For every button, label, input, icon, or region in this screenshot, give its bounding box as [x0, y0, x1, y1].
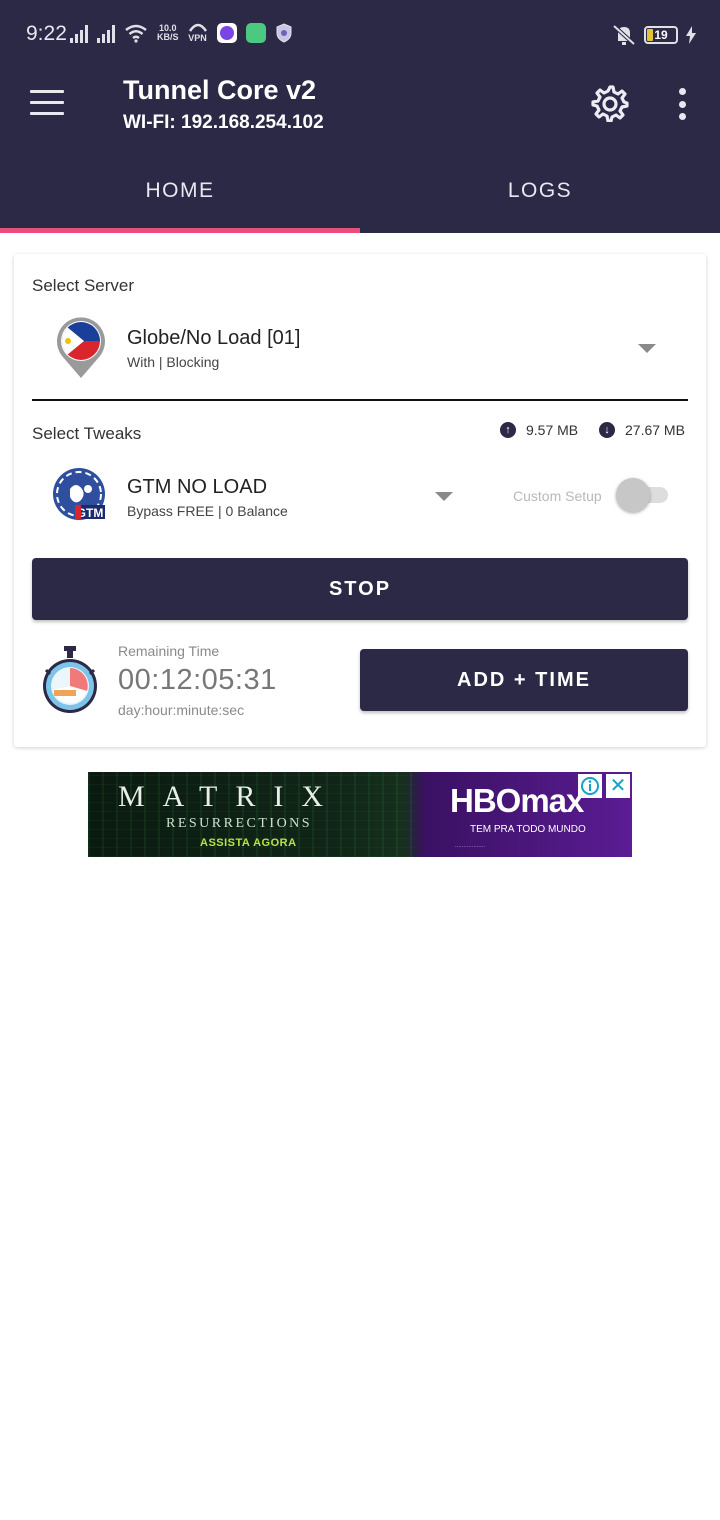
signal-icon — [70, 23, 88, 43]
gtm-logo-icon: GTM — [53, 468, 105, 520]
remaining-time-label: Remaining Time — [118, 643, 220, 659]
upload-value: 9.57 MB — [526, 422, 579, 438]
status-bar: 9:22 10.0 KB/S VPN 19 — [0, 0, 720, 66]
vpn-indicator: VPN — [188, 22, 208, 43]
ad-subtitle: RESURRECTIONS — [166, 816, 313, 831]
app-subtitle: WI-FI: 192.168.254.102 — [123, 112, 324, 133]
connection-card: Select Server Globe/No Load [01] With | … — [14, 254, 706, 747]
remaining-time-format: day:hour:minute:sec — [118, 702, 245, 718]
philippines-flag-icon — [57, 317, 105, 378]
select-tweaks-label: Select Tweaks — [32, 424, 142, 443]
stop-button[interactable]: STOP — [32, 558, 688, 620]
server-name[interactable]: Globe/No Load [01] — [127, 327, 300, 350]
custom-setup-toggle[interactable] — [616, 478, 668, 512]
signal-icon-2 — [97, 23, 115, 43]
remaining-time-value: 00:12:05:31 — [118, 664, 277, 696]
charging-icon — [686, 26, 696, 44]
status-icons-left: 10.0 KB/S VPN — [70, 22, 293, 43]
app-title: Tunnel Core v2 — [123, 75, 317, 105]
messenger-icon — [216, 22, 237, 43]
battery-icon: 19 — [644, 26, 678, 44]
server-dropdown-caret-icon[interactable] — [638, 344, 656, 353]
tweak-name[interactable]: GTM NO LOAD — [127, 476, 267, 499]
status-icons-right: 19 — [612, 24, 696, 46]
download-arrow-icon: ↓ — [599, 422, 615, 438]
custom-setup-label: Custom Setup — [513, 488, 602, 504]
stopwatch-icon — [43, 646, 97, 713]
tab-logs[interactable]: LOGS — [360, 148, 720, 233]
battery-level: 19 — [654, 28, 668, 42]
network-speed: 10.0 KB/S — [157, 23, 179, 42]
ad-tagline: TEM PRA TODO MUNDO — [470, 824, 586, 835]
ad-banner[interactable]: MATRIX RESURRECTIONS ASSISTA AGORA HBOma… — [88, 772, 632, 857]
app-bar: Tunnel Core v2 WI-FI: 192.168.254.102 — [0, 66, 720, 148]
select-server-label: Select Server — [32, 276, 135, 295]
ad-cta: ASSISTA AGORA — [200, 837, 297, 849]
download-stat: ↓ 27.67 MB — [599, 422, 685, 438]
shield-icon — [276, 22, 292, 43]
tab-home[interactable]: HOME — [0, 148, 360, 233]
ad-title: MATRIX — [118, 780, 342, 813]
server-description: With | Blocking — [127, 354, 220, 370]
status-time: 9:22 — [26, 22, 67, 45]
ad-brand-logo: HBOmax — [450, 782, 584, 819]
menu-icon[interactable] — [30, 90, 64, 116]
gear-icon[interactable] — [591, 84, 629, 122]
ad-close-icon[interactable]: ✕ — [606, 774, 630, 798]
vpn-label: VPN — [188, 33, 207, 43]
more-options-icon[interactable] — [672, 88, 692, 120]
vpn-key-icon — [188, 23, 207, 32]
ad-info-icon[interactable] — [578, 774, 602, 798]
download-value: 27.67 MB — [625, 422, 685, 438]
speed-unit: KB/S — [157, 31, 179, 42]
tweak-description: Bypass FREE | 0 Balance — [127, 503, 288, 519]
add-time-button[interactable]: ADD + TIME — [360, 649, 688, 711]
server-divider — [32, 399, 688, 401]
upload-stat: ↑ 9.57 MB — [500, 422, 578, 438]
upload-arrow-icon: ↑ — [500, 422, 516, 438]
vibrate-off-icon — [612, 24, 636, 46]
tab-bar: HOME LOGS — [0, 148, 720, 233]
wifi-icon — [125, 24, 147, 43]
app-notification-icon — [245, 22, 266, 43]
ad-fine-print: ·················· — [455, 844, 485, 850]
tweak-dropdown-caret-icon[interactable] — [435, 492, 453, 501]
